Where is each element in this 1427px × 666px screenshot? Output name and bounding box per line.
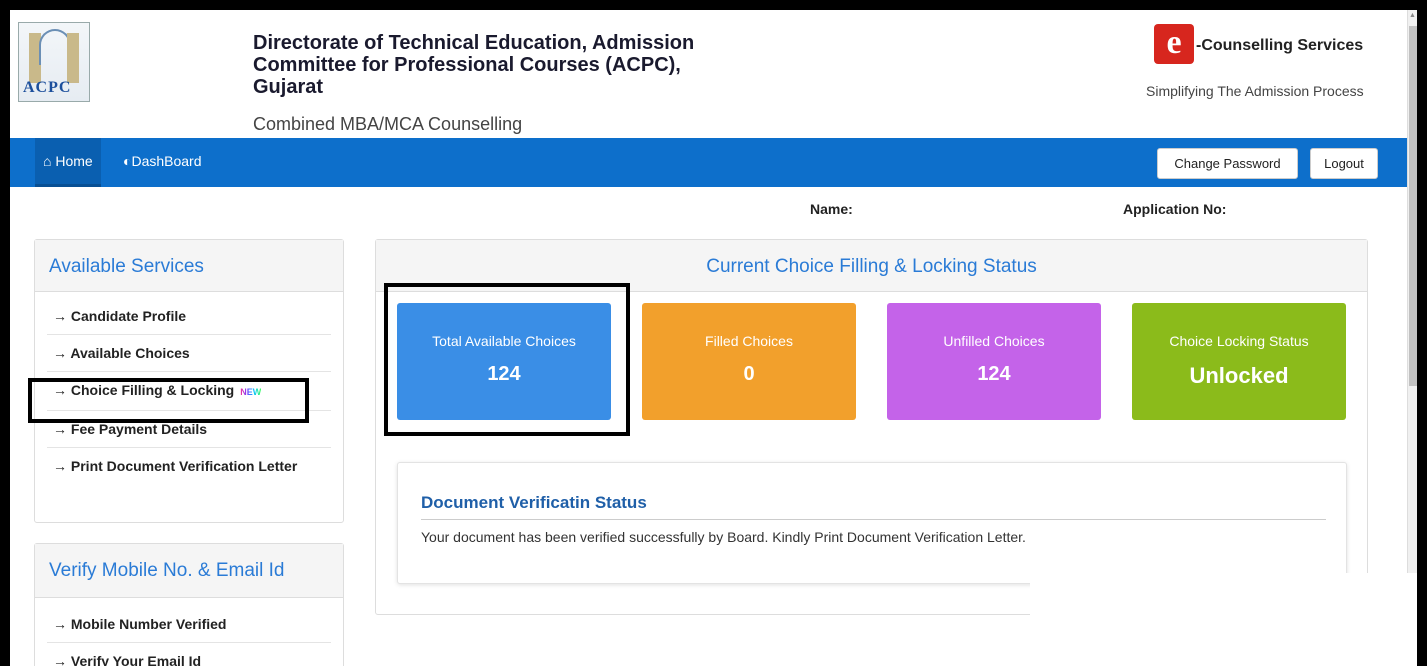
status-heading: Current Choice Filling & Locking Status bbox=[376, 240, 1367, 292]
link-candidate-profile[interactable]: → Candidate Profile bbox=[47, 298, 331, 335]
card-value: Unlocked bbox=[1189, 363, 1289, 388]
link-verify-email[interactable]: → Verify Your Email Id bbox=[47, 643, 331, 666]
home-icon: ⌂ bbox=[43, 153, 52, 169]
card-label: Unfilled Choices bbox=[943, 333, 1045, 349]
card-value: 124 bbox=[487, 363, 521, 385]
card-filled-choices[interactable]: Filled Choices 0 bbox=[642, 303, 856, 420]
title-line-3: Gujarat bbox=[253, 76, 324, 98]
card-choice-locking-status[interactable]: Choice Locking Status Unlocked bbox=[1132, 303, 1346, 420]
services-heading: Available Services bbox=[35, 240, 343, 292]
top-navbar: ⌂ Home ◐DashBoard Change Password Logout bbox=[10, 138, 1407, 187]
change-password-button[interactable]: Change Password bbox=[1157, 148, 1298, 179]
status-panel: Current Choice Filling & Locking Status … bbox=[375, 239, 1368, 615]
card-label: Choice Locking Status bbox=[1169, 333, 1309, 349]
title-line-2: Committee for Professional Courses (ACPC… bbox=[253, 54, 681, 76]
vertical-scrollbar[interactable]: ▲ bbox=[1407, 10, 1417, 573]
document-verification-message: Your document has been verified successf… bbox=[421, 529, 1026, 545]
brand-tagline: Simplifying The Admission Process bbox=[1146, 83, 1364, 99]
page-frame: ACPC Directorate of Technical Education,… bbox=[0, 0, 1427, 666]
verify-list: → Mobile Number Verified → Verify Your E… bbox=[35, 598, 343, 666]
card-value: 0 bbox=[743, 363, 755, 385]
new-badge: NEW bbox=[240, 387, 262, 397]
nav-home-label: Home bbox=[55, 153, 93, 169]
link-choice-filling-locking[interactable]: → Choice Filling & Locking NEW bbox=[47, 372, 331, 411]
ecounselling-logo-icon: e bbox=[1154, 24, 1194, 64]
page-subtitle: Combined MBA/MCA Counselling bbox=[253, 114, 523, 134]
nav-home[interactable]: ⌂ Home bbox=[35, 138, 101, 187]
blank-overlay bbox=[1030, 573, 1417, 666]
link-print-verification-letter[interactable]: → Print Document Verification Letter bbox=[47, 448, 331, 484]
title-line-1: Directorate of Technical Education, Admi… bbox=[253, 32, 695, 54]
logo-pillar-right bbox=[67, 33, 79, 83]
brand-title: -Counselling Services bbox=[1196, 37, 1364, 54]
page-title: Directorate of Technical Education, Admi… bbox=[253, 32, 873, 98]
logo-text: ACPC bbox=[23, 79, 72, 96]
logout-button[interactable]: Logout bbox=[1310, 148, 1378, 179]
application-no-label: Application No: bbox=[1123, 201, 1227, 217]
verify-heading: Verify Mobile No. & Email Id bbox=[35, 544, 343, 598]
site-header: ACPC Directorate of Technical Education,… bbox=[10, 10, 1417, 138]
card-unfilled-choices[interactable]: Unfilled Choices 124 bbox=[887, 303, 1101, 420]
document-verification-title: Document Verificatin Status bbox=[421, 493, 1326, 520]
card-label: Filled Choices bbox=[705, 333, 793, 349]
verify-panel: Verify Mobile No. & Email Id → Mobile Nu… bbox=[34, 543, 344, 666]
scroll-up-arrow-icon[interactable]: ▲ bbox=[1409, 12, 1416, 19]
nav-dashboard-label: DashBoard bbox=[131, 153, 202, 169]
link-available-choices[interactable]: → Available Choices bbox=[47, 335, 331, 372]
services-panel: Available Services → Candidate Profile →… bbox=[34, 239, 344, 523]
link-mobile-verified[interactable]: → Mobile Number Verified bbox=[47, 604, 331, 643]
card-total-available-choices[interactable]: Total Available Choices 124 bbox=[397, 303, 611, 420]
nav-dashboard[interactable]: ◐DashBoard bbox=[123, 138, 202, 187]
document-verification-box: Document Verificatin Status Your documen… bbox=[397, 462, 1347, 584]
card-label: Total Available Choices bbox=[432, 333, 576, 349]
services-list: → Candidate Profile → Available Choices … bbox=[35, 292, 343, 484]
card-value: 124 bbox=[977, 363, 1011, 385]
acpc-logo[interactable]: ACPC bbox=[18, 22, 90, 102]
link-fee-payment-details[interactable]: → Fee Payment Details bbox=[47, 411, 331, 448]
scrollbar-thumb[interactable] bbox=[1409, 26, 1417, 386]
name-label: Name: bbox=[810, 201, 853, 217]
